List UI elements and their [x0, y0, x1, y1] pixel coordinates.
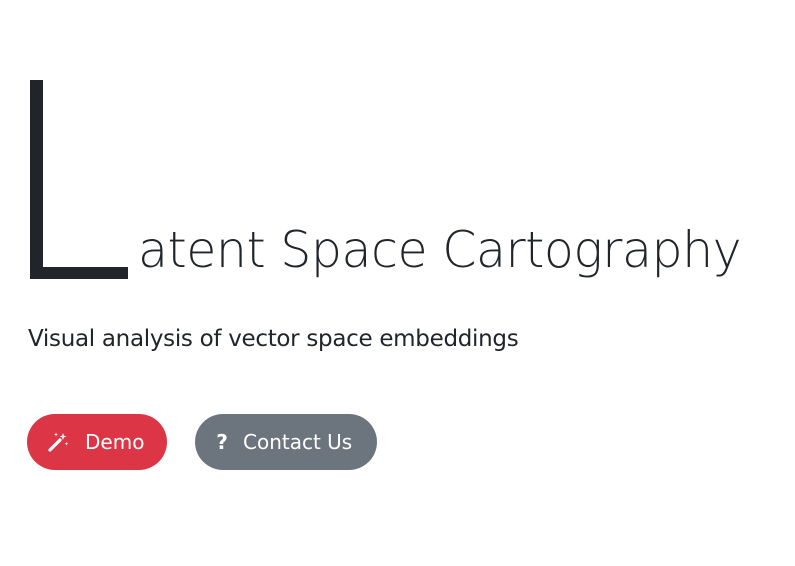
- title-initial-letter: [30, 80, 128, 279]
- page-title: atent Space Cartography: [28, 60, 788, 300]
- magic-wand-icon: [47, 431, 69, 453]
- demo-button-label: Demo: [85, 430, 145, 454]
- title-text: atent Space Cartography: [138, 221, 742, 279]
- demo-button[interactable]: Demo: [27, 414, 167, 470]
- question-icon: ?: [216, 430, 228, 454]
- hero-section: atent Space Cartography Visual analysis …: [0, 0, 795, 566]
- contact-us-button[interactable]: ? Contact Us: [195, 414, 377, 470]
- contact-us-button-label: Contact Us: [243, 430, 353, 454]
- subtitle: Visual analysis of vector space embeddin…: [28, 326, 519, 352]
